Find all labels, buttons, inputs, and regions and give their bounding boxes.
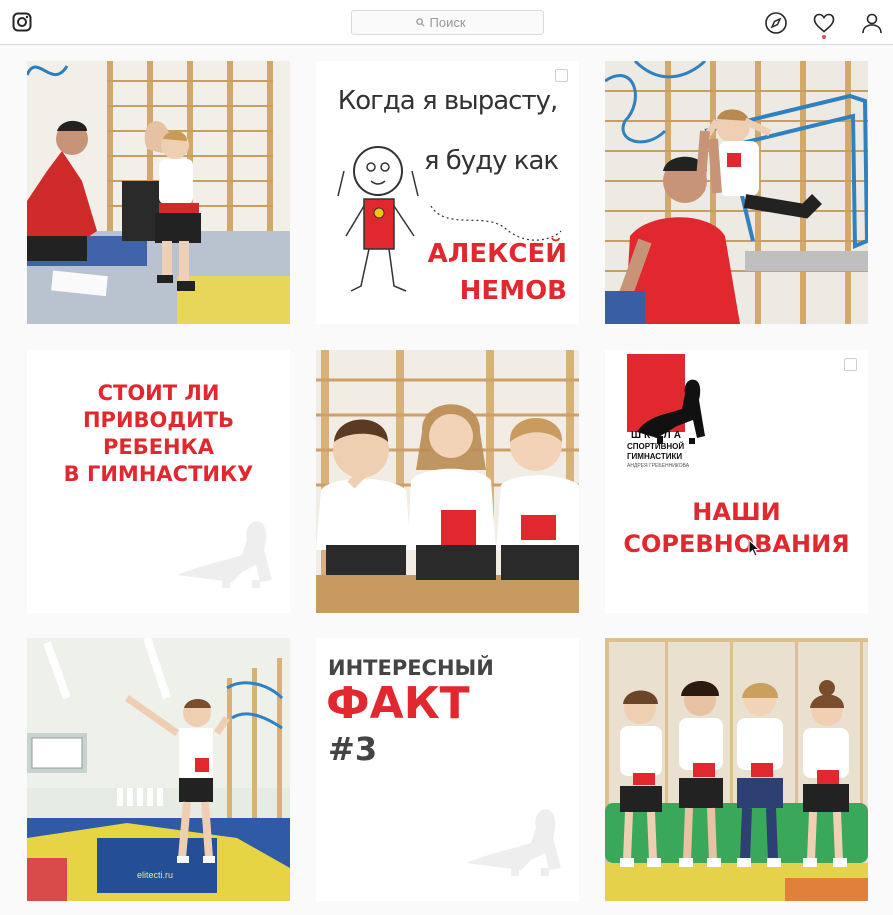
post-title-line-2: ФАКТ [326, 678, 470, 729]
post-title-line-1: НАШИ [692, 498, 781, 526]
post-title-line-3: #3 [328, 730, 378, 768]
post-title: СТОИТ ЛИ ПРИВОДИТЬ РЕБЕНКА В ГИМНАСТИКУ [27, 380, 290, 488]
logo-line-2: ГИМНАСТИКИ [627, 452, 683, 461]
post-thumbnail-3[interactable] [605, 61, 868, 324]
photo-child-on-mat: elitecti.ru [27, 638, 290, 901]
post-caption-line1: Когда я вырасту, [337, 86, 559, 116]
photo-four-girls [605, 638, 868, 901]
post-thumbnail-7[interactable]: elitecti.ru [27, 638, 290, 901]
photo-three-children [316, 350, 579, 613]
post-title-line-2: ПРИВОДИТЬ [82, 408, 234, 432]
post-name-line1: АЛЕКСЕЙ [427, 239, 567, 269]
notification-dot [822, 35, 826, 39]
logo-line-3: АНДРЕЯ ГРЕБЕННИКОВА [627, 463, 690, 469]
post-thumbnail-6[interactable]: ШКОЛА СПОРТИВНОЙ ГИМНАСТИКИ АНДРЕЯ ГРЕБЕ… [605, 350, 868, 613]
post-title-line-1: СТОИТ ЛИ [97, 381, 220, 405]
post-caption-line2: я буду как [423, 146, 559, 176]
search-icon [415, 18, 425, 27]
gymnast-watermark-icon [466, 809, 561, 876]
post-thumbnail-9[interactable] [605, 638, 868, 901]
post-thumbnail-2[interactable]: Когда я вырасту, я буду как АЛЕКСЕЙ НЕМО… [316, 61, 579, 324]
carousel-indicator-icon [844, 358, 857, 371]
instagram-logo-icon[interactable] [12, 12, 32, 32]
logo-word: ШКОЛА [631, 430, 684, 441]
top-navigation-bar [0, 0, 893, 45]
logo-line-1: СПОРТИВНОЙ [627, 442, 685, 451]
post-title-line-2: СОРЕВНОВАНИЯ [623, 530, 850, 558]
search-input[interactable] [429, 15, 480, 30]
post-title-line-4: В ГИМНАСТИКУ [63, 462, 254, 486]
post-name-line2: НЕМОВ [459, 276, 567, 306]
carousel-indicator-icon [555, 69, 568, 82]
post-thumbnail-1[interactable] [27, 61, 290, 324]
profile-icon[interactable] [860, 11, 884, 35]
post-title-line-1: ИНТЕРЕСНЫЙ [328, 656, 494, 680]
gymnast-watermark-icon [177, 521, 272, 588]
post-thumbnail-8[interactable]: ИНТЕРЕСНЫЙ ФАКТ #3 [316, 638, 579, 901]
search-box[interactable] [351, 10, 544, 35]
post-thumbnail-4[interactable]: СТОИТ ЛИ ПРИВОДИТЬ РЕБЕНКА В ГИМНАСТИКУ [27, 350, 290, 613]
photo-child-on-bars [605, 61, 868, 324]
post-title-line-3: РЕБЕНКА [102, 435, 215, 459]
heart-icon[interactable] [812, 11, 836, 35]
post-thumbnail-5[interactable] [316, 350, 579, 613]
photo-coach-with-child [27, 61, 290, 324]
compass-icon[interactable] [764, 11, 788, 35]
mat-brand-text: elitecti.ru [137, 870, 173, 880]
